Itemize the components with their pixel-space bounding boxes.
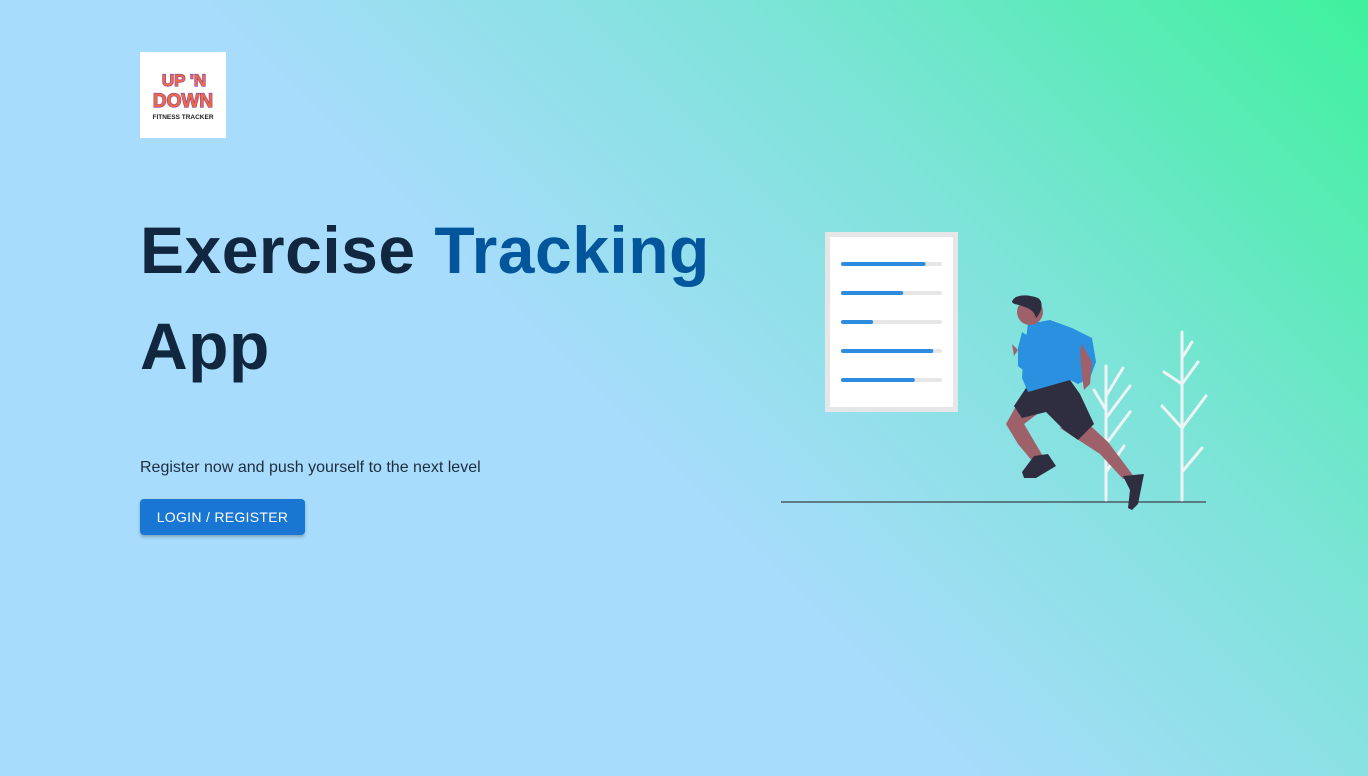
page-title: Exercise Tracking App (140, 202, 740, 394)
fitness-logo-icon: UP 'N DOWN FITNESS TRACKER (152, 70, 213, 121)
logo-tagline: FITNESS TRACKER (152, 114, 213, 121)
logo-line-2: DOWN (153, 91, 213, 112)
runner-illustration (781, 232, 1208, 510)
tree-right-icon (1160, 330, 1208, 502)
app-logo: UP 'N DOWN FITNESS TRACKER (140, 52, 226, 138)
title-word-tracking: Tracking (434, 213, 710, 287)
tree-left-icon (1092, 364, 1132, 502)
logo-line-1: UP 'N (162, 71, 206, 90)
title-word-exercise: Exercise (140, 213, 416, 287)
runner-icon (1006, 295, 1144, 510)
hero-subtitle: Register now and push yourself to the ne… (140, 459, 481, 476)
title-word-app: App (140, 309, 270, 383)
login-register-button[interactable]: LOGIN / REGISTER (140, 499, 305, 535)
